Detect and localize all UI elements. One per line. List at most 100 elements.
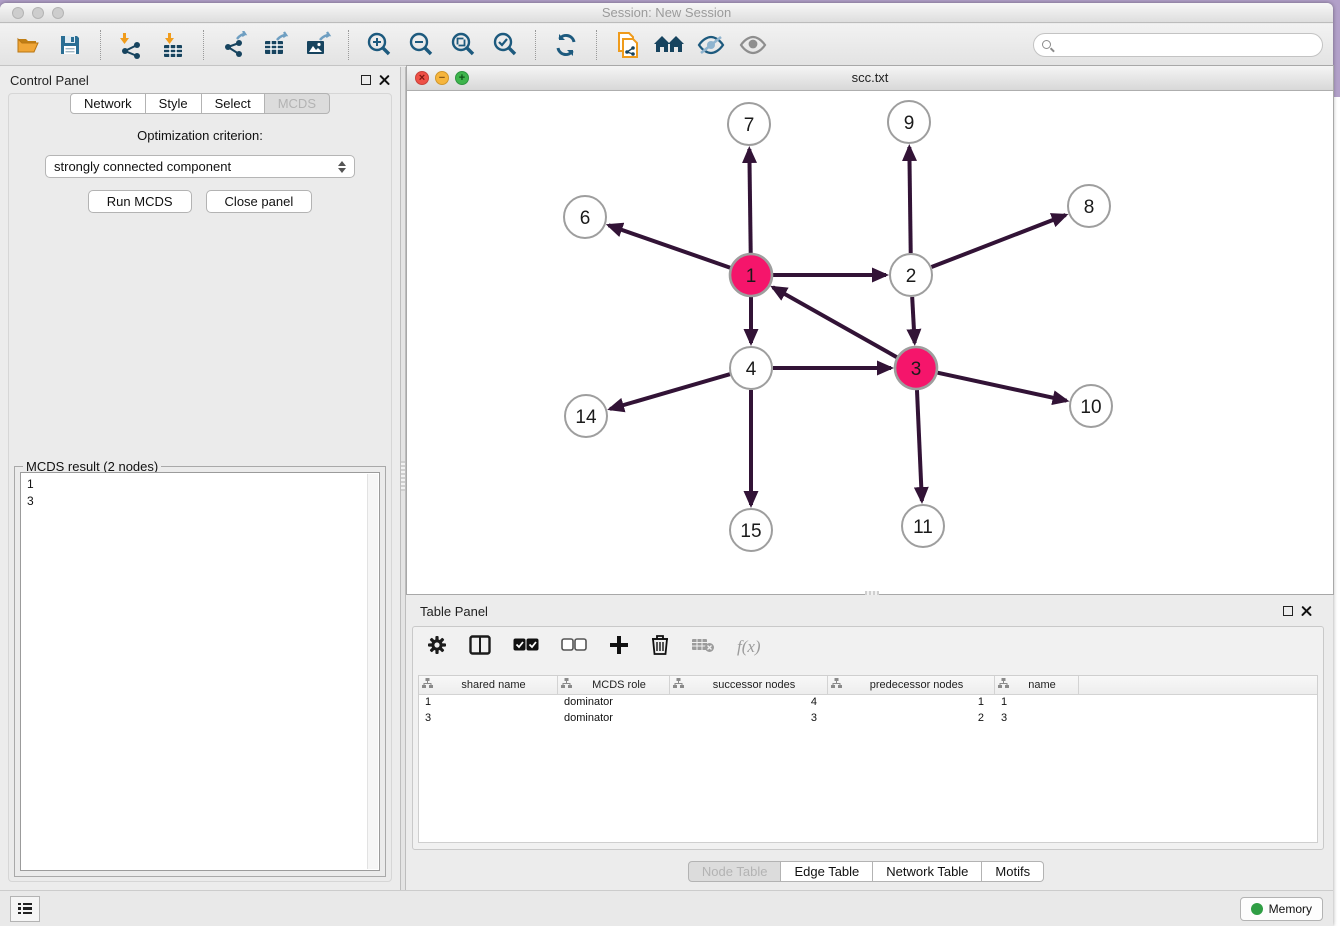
open-file-icon[interactable] — [10, 28, 46, 62]
search-box[interactable] — [1033, 33, 1323, 57]
column-label: name — [1009, 679, 1075, 691]
tab-network-table[interactable]: Network Table — [873, 861, 982, 882]
edge-4-14[interactable] — [610, 374, 730, 409]
select-all-icon[interactable] — [513, 638, 539, 656]
delete-table-icon[interactable] — [691, 637, 715, 658]
cell-0-4[interactable]: 1 — [995, 695, 1079, 711]
desktop-backdrop — [1333, 97, 1340, 926]
node-7[interactable]: 7 — [728, 103, 770, 145]
show-all-icon[interactable] — [735, 28, 771, 62]
home-layout-icon[interactable] — [651, 28, 687, 62]
app-title: Session: New Session — [0, 5, 1333, 20]
deselect-all-icon[interactable] — [561, 638, 587, 656]
tab-edge-table[interactable]: Edge Table — [781, 861, 873, 882]
close-panel-button[interactable]: Close panel — [206, 190, 313, 213]
export-table-icon[interactable] — [258, 28, 294, 62]
network-canvas[interactable]: 7 9 6 8 1 2 4 3 14 10 15 11 — [407, 92, 1333, 594]
export-network-icon[interactable] — [216, 28, 252, 62]
splitter-grip[interactable] — [401, 461, 405, 491]
function-builder-icon[interactable]: f(x) — [737, 637, 761, 657]
edge-3-1[interactable] — [773, 287, 897, 357]
svg-text:10: 10 — [1080, 397, 1101, 418]
tab-motifs[interactable]: Motifs — [982, 861, 1044, 882]
application-window: Session: New Session — [0, 0, 1340, 926]
column-label: predecessor nodes — [842, 679, 991, 691]
edge-2-9[interactable] — [909, 147, 910, 253]
edge-1-6[interactable] — [609, 225, 731, 267]
network-from-selection-icon[interactable] — [609, 28, 645, 62]
tab-node-table[interactable]: Node Table — [688, 861, 782, 882]
network-graph[interactable]: 7 9 6 8 1 2 4 3 14 10 15 11 — [407, 92, 1333, 595]
edge-2-8[interactable] — [932, 215, 1066, 267]
edge-3-10[interactable] — [937, 373, 1066, 401]
node-10[interactable]: 10 — [1070, 385, 1112, 427]
column-header-predecessor-nodes[interactable]: predecessor nodes — [828, 676, 995, 694]
delete-row-icon[interactable] — [651, 634, 669, 660]
float-panel-icon[interactable] — [361, 75, 371, 85]
cell-1-3[interactable]: 2 — [828, 711, 995, 727]
tab-network[interactable]: Network — [70, 93, 146, 114]
node-4[interactable]: 4 — [730, 347, 772, 389]
column-header-successor-nodes[interactable]: successor nodes — [670, 676, 828, 694]
mcds-buttons: Run MCDS Close panel — [9, 190, 391, 213]
cell-1-0[interactable]: 3 — [419, 711, 558, 727]
node-11[interactable]: 11 — [902, 505, 944, 547]
cell-0-3[interactable]: 1 — [828, 695, 995, 711]
column-header-MCDS-role[interactable]: MCDS role — [558, 676, 670, 694]
close-table-panel-icon[interactable] — [1301, 606, 1312, 617]
mcds-result-list[interactable]: 1 3 — [20, 472, 380, 871]
run-mcds-button[interactable]: Run MCDS — [88, 190, 192, 213]
zoom-selected-icon[interactable] — [487, 28, 523, 62]
show-columns-icon[interactable] — [469, 635, 491, 660]
network-resize-grip[interactable] — [865, 591, 879, 595]
criterion-select[interactable]: strongly connected component — [45, 155, 355, 178]
node-14[interactable]: 14 — [565, 395, 607, 437]
search-input[interactable] — [1057, 38, 1314, 52]
save-session-icon[interactable] — [52, 28, 88, 62]
tab-mcds[interactable]: MCDS — [265, 93, 330, 114]
toolbar-separator — [596, 30, 597, 60]
node-1[interactable]: 1 — [730, 254, 772, 296]
zoom-in-icon[interactable] — [361, 28, 397, 62]
node-6[interactable]: 6 — [564, 196, 606, 238]
import-network-icon[interactable] — [113, 28, 149, 62]
table-panel: Table Panel — [406, 598, 1326, 890]
cell-1-4[interactable]: 3 — [995, 711, 1079, 727]
node-8[interactable]: 8 — [1068, 185, 1110, 227]
task-history-button[interactable] — [10, 896, 40, 922]
float-table-panel-icon[interactable] — [1283, 606, 1293, 616]
zoom-fit-icon[interactable] — [445, 28, 481, 62]
hide-selected-icon[interactable] — [693, 28, 729, 62]
import-table-icon[interactable] — [155, 28, 191, 62]
edge-3-11[interactable] — [917, 390, 922, 501]
toolbar-separator — [100, 30, 101, 60]
memory-button[interactable]: Memory — [1240, 897, 1323, 921]
node-9[interactable]: 9 — [888, 101, 930, 143]
edge-2-3[interactable] — [912, 297, 914, 343]
cell-0-0[interactable]: 1 — [419, 695, 558, 711]
edge-1-7[interactable] — [749, 149, 750, 253]
optimization-criterion-label: Optimization criterion: — [9, 128, 391, 143]
svg-text:2: 2 — [906, 266, 917, 287]
export-image-icon[interactable] — [300, 28, 336, 62]
tab-select[interactable]: Select — [202, 93, 265, 114]
cell-0-2[interactable]: 4 — [670, 695, 828, 711]
refresh-view-icon[interactable] — [548, 28, 584, 62]
table-body: 1dominator4113dominator323 — [419, 695, 1317, 727]
node-2[interactable]: 2 — [890, 254, 932, 296]
column-header-name[interactable]: name — [995, 676, 1079, 694]
mcds-result-group: MCDS result (2 nodes) 1 3 — [14, 466, 386, 877]
result-scrollbar[interactable] — [367, 474, 378, 869]
tab-style[interactable]: Style — [146, 93, 202, 114]
zoom-out-icon[interactable] — [403, 28, 439, 62]
node-table: shared nameMCDS rolesuccessor nodes prede… — [418, 675, 1318, 843]
column-header-shared-name[interactable]: shared name — [419, 676, 558, 694]
cell-0-1[interactable]: dominator — [558, 695, 670, 711]
cell-1-2[interactable]: 3 — [670, 711, 828, 727]
close-panel-icon[interactable] — [379, 75, 390, 86]
settings-gear-icon[interactable] — [427, 635, 447, 660]
node-15[interactable]: 15 — [730, 509, 772, 551]
add-row-icon[interactable] — [609, 635, 629, 660]
node-3[interactable]: 3 — [895, 347, 937, 389]
cell-1-1[interactable]: dominator — [558, 711, 670, 727]
